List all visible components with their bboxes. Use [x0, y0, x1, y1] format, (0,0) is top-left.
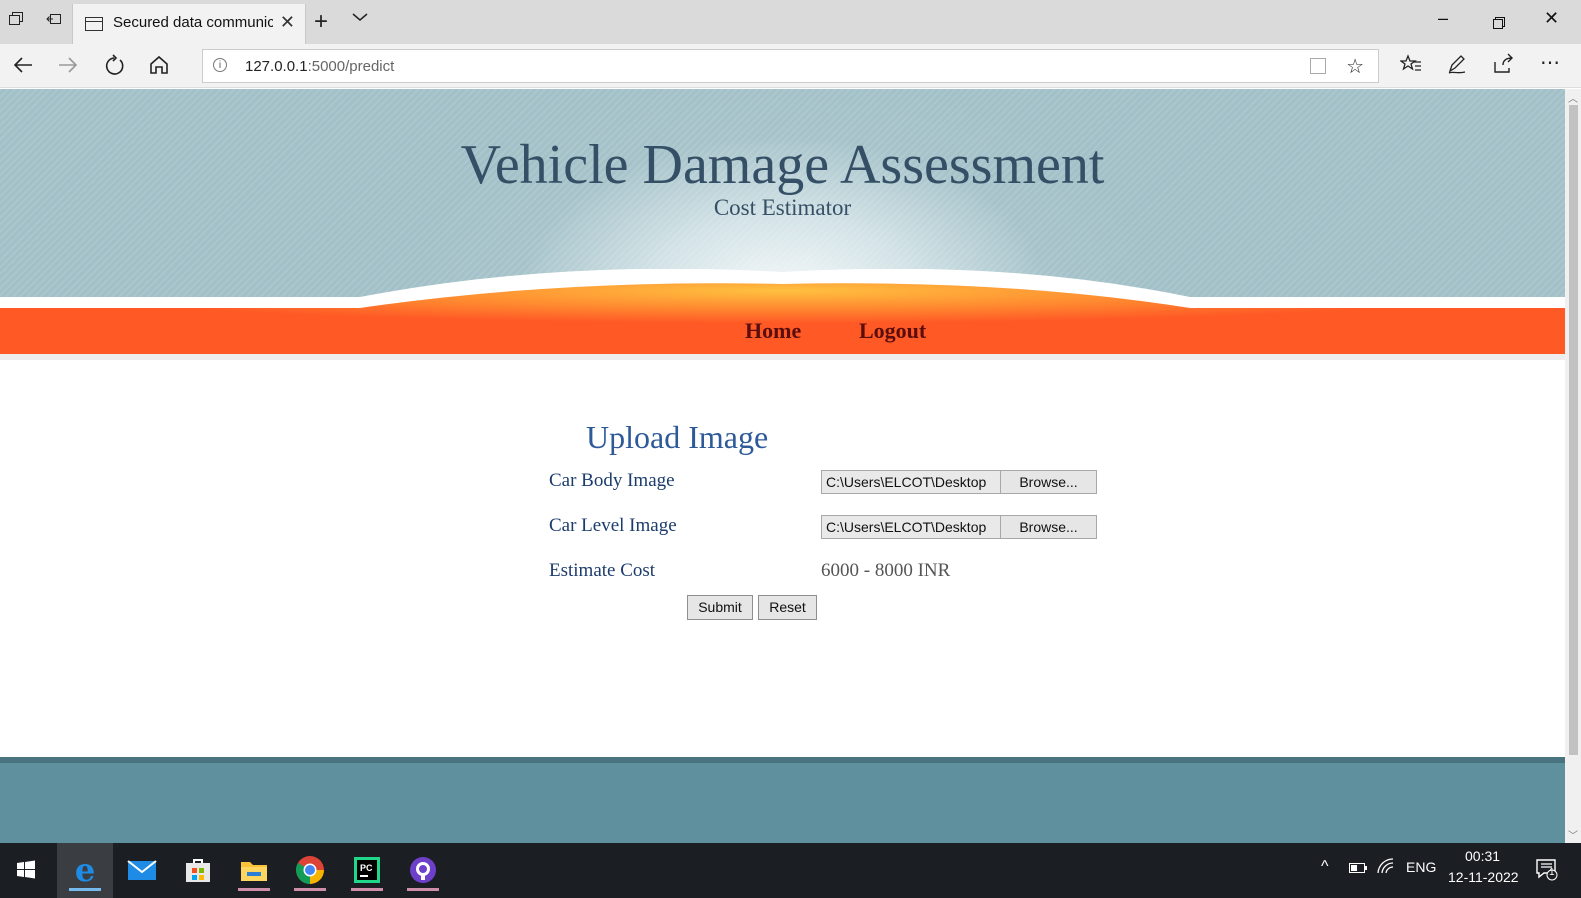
wifi-icon[interactable]: [1377, 858, 1395, 877]
favorites-icon[interactable]: [1399, 53, 1422, 81]
web-page: Vehicle Damage Assessment Cost Estimator…: [0, 89, 1565, 843]
car-level-label: Car Level Image: [549, 515, 677, 536]
tab-title: Secured data communic: [113, 14, 273, 31]
home-icon[interactable]: [148, 54, 170, 82]
chrome-icon[interactable]: [290, 852, 330, 891]
url-text: 127.0.0.1:5000/predict: [245, 58, 395, 75]
language-indicator[interactable]: ENG: [1406, 859, 1436, 875]
tab-close-icon[interactable]: ✕: [280, 12, 295, 33]
edge-browser-icon[interactable]: e: [65, 852, 105, 891]
main-menu: Home Logout: [0, 308, 1565, 354]
car-level-path[interactable]: C:\Users\ELCOT\Desktop: [822, 516, 1000, 538]
menu-logout-link[interactable]: Logout: [859, 318, 926, 344]
estimate-cost-value: 6000 - 8000 INR: [821, 560, 951, 581]
car-level-browse-button[interactable]: Browse...: [1000, 516, 1096, 538]
menu-home-link[interactable]: Home: [745, 318, 801, 344]
browser-tab-strip: Secured data communic ✕ + – ✕: [0, 0, 1581, 44]
browser-toolbar: i 127.0.0.1:5000/predict ☆ ⋯: [0, 44, 1581, 88]
close-window-icon[interactable]: ✕: [1544, 8, 1559, 29]
windows-taskbar: e PC ^ ENG 00:31 12-11-2022 1: [0, 843, 1581, 898]
notes-pen-icon[interactable]: [1446, 53, 1468, 81]
store-icon[interactable]: [178, 852, 218, 888]
page-icon: [85, 17, 103, 31]
favorite-star-icon[interactable]: ☆: [1346, 54, 1364, 79]
tab-actions-icon[interactable]: [6, 11, 26, 31]
pycharm-icon[interactable]: PC: [347, 852, 387, 891]
share-icon[interactable]: [1492, 53, 1514, 81]
reset-button[interactable]: Reset: [758, 595, 817, 620]
new-tab-icon[interactable]: +: [314, 8, 328, 36]
refresh-icon[interactable]: [103, 54, 125, 82]
show-hidden-icons-chevron-icon[interactable]: ^: [1321, 858, 1329, 876]
submit-button[interactable]: Submit: [687, 595, 753, 620]
forward-icon[interactable]: [57, 54, 79, 82]
car-body-browse-button[interactable]: Browse...: [1000, 471, 1096, 493]
github-desktop-icon[interactable]: [403, 852, 443, 891]
file-explorer-icon[interactable]: [234, 852, 274, 891]
clock-date[interactable]: 12-11-2022: [1448, 869, 1519, 885]
site-subtitle: Cost Estimator: [713, 195, 852, 220]
car-level-file-input[interactable]: C:\Users\ELCOT\Desktop Browse...: [821, 515, 1097, 539]
svg-text:PC: PC: [360, 863, 373, 873]
vertical-scrollbar[interactable]: ︿ ﹀: [1565, 89, 1581, 843]
mail-icon[interactable]: [122, 852, 162, 888]
windows-start-icon[interactable]: [6, 852, 46, 888]
notification-count: 1: [1549, 867, 1555, 878]
clock-time[interactable]: 00:31: [1465, 848, 1500, 864]
scrollbar-thumb[interactable]: [1569, 105, 1578, 755]
set-aside-tabs-icon[interactable]: [44, 11, 64, 31]
menu-divider: [0, 354, 1565, 360]
more-options-icon[interactable]: ⋯: [1540, 50, 1560, 75]
car-body-label: Car Body Image: [549, 470, 675, 491]
scroll-up-icon[interactable]: ︿: [1568, 90, 1578, 105]
site-title: Vehicle Damage Assessment: [460, 134, 1105, 196]
estimate-cost-label: Estimate Cost: [549, 560, 656, 581]
site-footer: [0, 763, 1565, 843]
site-info-icon[interactable]: i: [213, 58, 227, 72]
minimize-icon[interactable]: –: [1438, 8, 1448, 29]
car-body-path[interactable]: C:\Users\ELCOT\Desktop: [822, 471, 1000, 493]
back-icon[interactable]: [12, 54, 34, 82]
address-bar[interactable]: i 127.0.0.1:5000/predict ☆: [202, 49, 1379, 83]
reading-view-icon[interactable]: [1310, 58, 1326, 74]
active-tab[interactable]: Secured data communic ✕: [72, 4, 306, 44]
form-title: Upload Image: [586, 419, 769, 455]
battery-icon[interactable]: [1349, 861, 1367, 877]
action-center-icon[interactable]: 1: [1535, 857, 1559, 884]
car-body-file-input[interactable]: C:\Users\ELCOT\Desktop Browse...: [821, 470, 1097, 494]
scroll-down-icon[interactable]: ﹀: [1568, 827, 1578, 842]
tab-list-chevron-icon[interactable]: [352, 10, 368, 28]
restore-icon[interactable]: [1492, 14, 1506, 35]
